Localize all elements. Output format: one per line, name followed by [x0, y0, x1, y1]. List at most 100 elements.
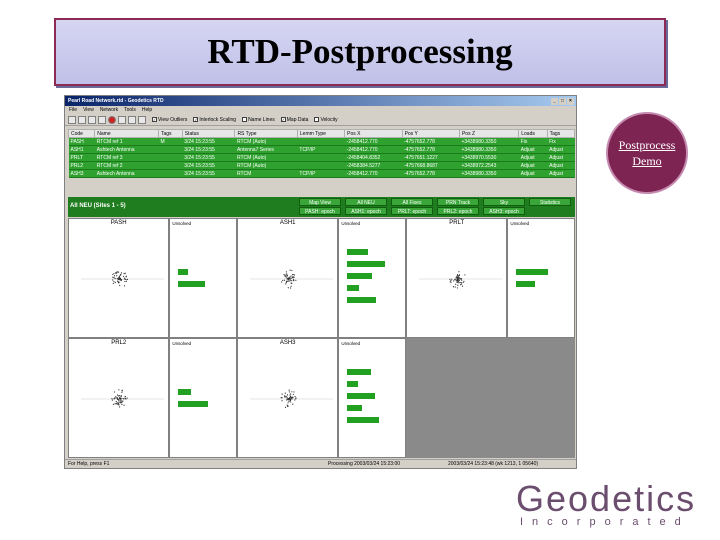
histogram-bar [347, 273, 373, 279]
col-loads[interactable]: Loads [518, 129, 548, 138]
scatter-point [281, 400, 283, 402]
velocity-toggle[interactable]: Velocity [314, 117, 338, 123]
site-row[interactable]: PRL2 RTCM ref 2 3/24 15:23:55 RTCM (Auto) -2… [68, 161, 575, 170]
tab-prl2-epoch[interactable]: PRL2: epoch [437, 207, 479, 215]
col-name[interactable]: Name [94, 129, 159, 138]
scatter-point [455, 283, 457, 285]
site-cell: -4757652.778 [402, 137, 460, 146]
tab-map-view[interactable]: Map View [299, 198, 341, 206]
view-outliers-checkbox[interactable]: ✓ [152, 117, 157, 122]
scatter-point [459, 281, 461, 284]
site-row[interactable]: PRLT RTCM ref 3 3/24 15:23:55 RTCM (Auto) -2… [68, 153, 575, 162]
tab-prlt-epoch[interactable]: PRLT: epoch [391, 207, 433, 215]
empty-plot-area [406, 338, 575, 458]
interlock-scaling-checkbox[interactable]: ✓ [193, 117, 199, 122]
neu-plot-grid: PASH Unsolved ASH1 Unsolved PRLT Unsolved PRL2… [68, 218, 575, 458]
status-processing: Processing 2003/03/24 15:23:00 [328, 461, 400, 467]
col-pos-x[interactable]: Pos X [344, 129, 403, 138]
scatter-point [123, 404, 125, 406]
site-cell: Adjust [518, 145, 548, 154]
app-menubar: File View Network Tools Help [65, 106, 576, 114]
stop-icon[interactable] [108, 115, 116, 124]
scatter-point [295, 397, 297, 399]
open-folder-icon[interactable] [78, 115, 86, 124]
menu-tools[interactable]: Tools [124, 107, 136, 113]
name-lines-toggle[interactable]: Name Lines [242, 117, 275, 123]
interlock-scaling-toggle[interactable]: ✓ Interlock Scaling [193, 117, 236, 123]
postprocess-demo-link[interactable]: Postprocess Demo [606, 112, 688, 194]
tab-prn-track[interactable]: PRN Track [437, 198, 479, 206]
site-cell [158, 161, 183, 170]
view-outliers-toggle[interactable]: ✓ View Outliers [152, 117, 187, 123]
scatter-point [290, 397, 293, 399]
menu-view[interactable]: View [83, 107, 94, 113]
histogram-panel: Unsolved [169, 338, 237, 458]
col-tags[interactable]: Tags [158, 129, 183, 138]
scatter-point [115, 396, 117, 398]
help-icon[interactable] [138, 115, 146, 124]
scatter-point [117, 277, 119, 279]
scatter-point [453, 280, 455, 282]
demo-link-line1: Postprocess [618, 138, 676, 152]
col-lemm-type[interactable]: Lemm Type [296, 129, 346, 138]
minimize-icon[interactable]: _ [551, 97, 558, 105]
tab-all-neu[interactable]: All NEU [345, 198, 387, 206]
site-cell: +3438970.5530 [459, 153, 519, 162]
app-titlebar: Pearl Road Network.rtd - Geodetics RTD _… [65, 96, 576, 106]
scatter-point [288, 400, 290, 402]
play-icon[interactable] [118, 115, 126, 124]
scatter-panel: ASH1 [237, 218, 339, 338]
scatter-point [112, 279, 114, 281]
scatter-point [450, 279, 452, 282]
site-cell [158, 169, 183, 178]
col-status[interactable]: Status [181, 129, 236, 138]
scatter-point [124, 278, 127, 280]
col-tags-2[interactable]: Tags [546, 129, 576, 138]
velocity-checkbox[interactable] [314, 117, 320, 122]
tab-statistics[interactable]: Statistics [529, 198, 571, 206]
menu-help[interactable]: Help [142, 107, 152, 113]
tab-pash-epoch[interactable]: PASH: epoch [299, 207, 341, 215]
col-rs-type[interactable]: RS Type [234, 129, 298, 138]
col-pos-y[interactable]: Pos Y [401, 129, 460, 138]
scatter-point [456, 279, 458, 282]
site-row[interactable]: ASH1 Ashtech Antenna 3/24 15:23:55 Antenna7… [68, 145, 575, 154]
histogram-bar [347, 393, 376, 399]
scatter-point [289, 276, 291, 278]
scatter-point [286, 278, 289, 280]
scatter-point [119, 274, 122, 276]
slide-title-banner: RTD-Postprocessing [54, 18, 666, 86]
new-file-icon[interactable] [68, 115, 76, 124]
tab-ash1-epoch[interactable]: ASH1: epoch [345, 207, 387, 215]
tab-sky[interactable]: Sky [483, 198, 525, 206]
col-code[interactable]: Code [67, 129, 96, 138]
unsolved-label: Unsolved [172, 221, 192, 226]
col-pos-z[interactable]: Pos Z [458, 129, 520, 138]
map-data-checkbox[interactable]: ✓ [280, 117, 286, 122]
site-cell: RTCM ref 1 [94, 137, 159, 146]
tab-all-fixes[interactable]: All Fixes [391, 198, 433, 206]
scatter-point [454, 278, 456, 281]
scatter-point [118, 404, 120, 406]
menu-network[interactable]: Network [100, 107, 118, 113]
map-data-toggle[interactable]: ✓ Map Data [280, 117, 308, 123]
print-icon[interactable] [98, 115, 106, 124]
scatter-point [291, 282, 293, 284]
scatter-plot [250, 269, 334, 289]
site-cell: Adjust [547, 153, 575, 162]
site-row[interactable]: ASH3 Ashtech Antenna 3/24 15:23:55 RTCM TCP/… [68, 169, 575, 178]
close-icon[interactable]: × [567, 97, 574, 105]
site-row[interactable]: PASH RTCM ref 1 M 3/24 15:23:55 RTCM (Auto) -… [68, 137, 575, 146]
scatter-point [292, 403, 294, 405]
scatter-point [293, 391, 295, 393]
scatter-point [449, 278, 451, 280]
zoom-icon[interactable] [128, 115, 136, 124]
menu-file[interactable]: File [69, 107, 77, 113]
tab-ash3-epoch[interactable]: ASH3: epoch [483, 207, 525, 215]
rtd-app-window: Pearl Road Network.rtd - Geodetics RTD _… [64, 95, 577, 469]
save-icon[interactable] [88, 115, 96, 124]
maximize-icon[interactable]: □ [559, 97, 566, 105]
name-lines-checkbox[interactable] [242, 117, 248, 122]
scatter-point [290, 285, 292, 287]
histogram-bar [347, 297, 377, 303]
